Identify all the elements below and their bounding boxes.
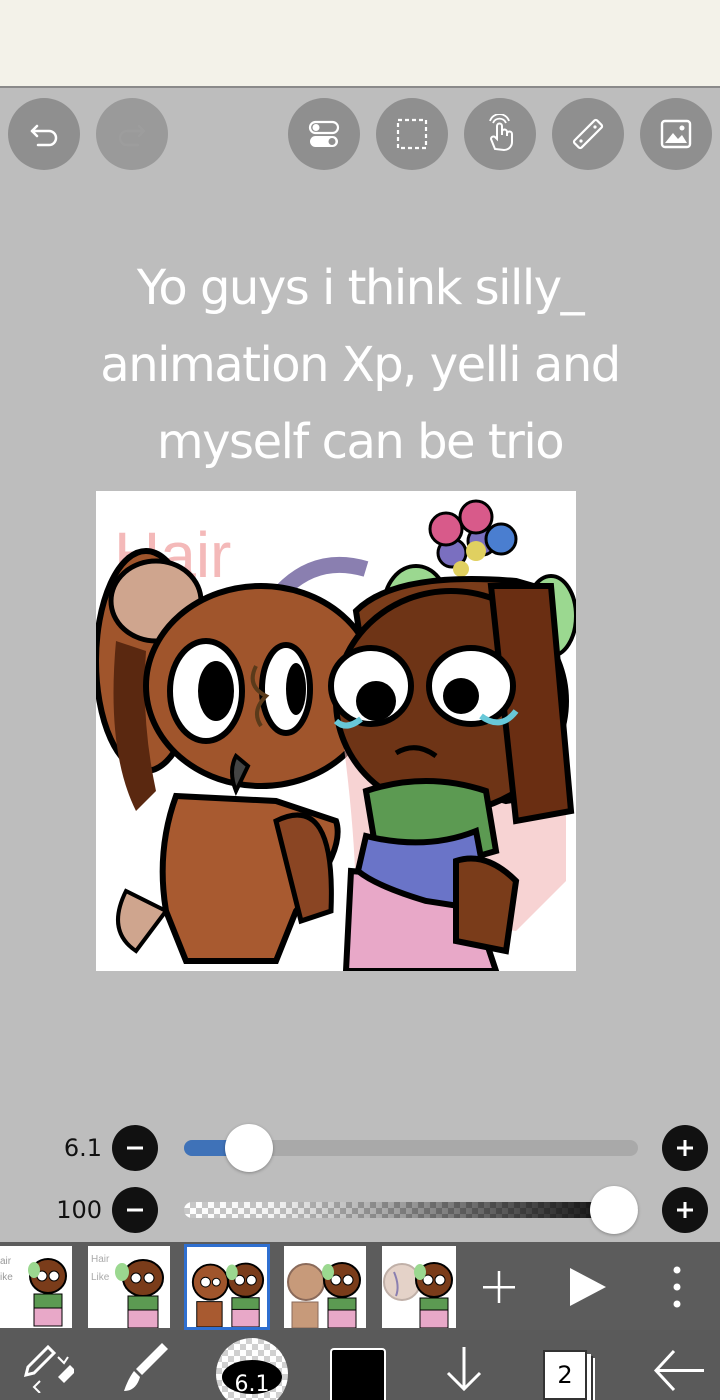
toggle-switches-icon bbox=[308, 120, 340, 147]
svg-text:Like: Like bbox=[91, 1272, 110, 1283]
image-icon bbox=[660, 119, 692, 149]
add-frame-button[interactable] bbox=[464, 1252, 534, 1322]
play-icon bbox=[570, 1268, 606, 1306]
opacity-track[interactable] bbox=[184, 1202, 638, 1218]
brush-size-knob[interactable] bbox=[224, 1124, 273, 1172]
svg-text:Hair: Hair bbox=[91, 1254, 110, 1265]
status-bar bbox=[0, 0, 720, 88]
opacity-value: 100 bbox=[56, 1196, 102, 1224]
frame-thumbnail[interactable] bbox=[382, 1246, 456, 1328]
plus-icon bbox=[483, 1271, 515, 1303]
caption-line: animation Xp, yelli and bbox=[100, 337, 621, 393]
brush-size-increase-button[interactable] bbox=[662, 1125, 708, 1171]
frame-preview bbox=[383, 1262, 453, 1328]
back-button[interactable] bbox=[634, 1330, 718, 1400]
caption-line: myself can be trio bbox=[156, 414, 565, 470]
frame-thumbnail[interactable]: Hair Like bbox=[88, 1246, 170, 1328]
canvas-area[interactable]: Yo guys i think silly_ animation Xp, yel… bbox=[0, 180, 720, 1120]
opacity-knob[interactable] bbox=[590, 1186, 638, 1234]
frame-strip: air ike Hair Like bbox=[0, 1242, 720, 1330]
redo-button[interactable] bbox=[96, 98, 168, 170]
caption-text: Yo guys i think silly_ animation Xp, yel… bbox=[40, 250, 680, 481]
frame-preview: Hair Like bbox=[91, 1254, 164, 1328]
selection-marquee-icon bbox=[396, 118, 428, 150]
brush-size-slider-row: 6.1 bbox=[0, 1120, 720, 1176]
frame-thumbnail-active[interactable] bbox=[184, 1244, 270, 1330]
caption-line: Yo guys i think silly_ bbox=[136, 260, 585, 316]
undo-icon bbox=[30, 124, 58, 147]
tool-switch-button[interactable] bbox=[4, 1330, 88, 1400]
pen-eraser-swap-icon bbox=[23, 1344, 74, 1393]
frame-preview: air ike bbox=[0, 1256, 67, 1327]
frame-label: air ike bbox=[0, 1256, 13, 1283]
ruler-icon bbox=[572, 118, 604, 150]
layers-button[interactable]: 2 bbox=[543, 1350, 587, 1400]
minus-icon bbox=[127, 1208, 143, 1212]
brush-size-decrease-button[interactable] bbox=[112, 1125, 158, 1171]
tap-hand-icon bbox=[489, 114, 513, 152]
selection-button[interactable] bbox=[376, 98, 448, 170]
gallery-button[interactable] bbox=[640, 98, 712, 170]
bottom-toolbar: 6.1 2 bbox=[0, 1330, 720, 1400]
arrow-down-icon bbox=[446, 1347, 482, 1392]
color-swatch[interactable] bbox=[330, 1348, 386, 1400]
frame-thumbnail[interactable] bbox=[284, 1246, 366, 1328]
opacity-slider-row: 100 bbox=[0, 1182, 720, 1238]
brush-icon bbox=[124, 1343, 168, 1391]
brush-size-label: 6.1 bbox=[234, 1372, 270, 1397]
gesture-button[interactable] bbox=[464, 98, 536, 170]
frame-preview bbox=[191, 1262, 265, 1327]
toggle-button[interactable] bbox=[288, 98, 360, 170]
minus-icon bbox=[127, 1146, 143, 1150]
play-button[interactable] bbox=[552, 1252, 622, 1322]
more-vertical-icon bbox=[673, 1266, 681, 1308]
brush-size-value: 6.1 bbox=[63, 1134, 102, 1162]
top-toolbar bbox=[0, 90, 720, 180]
frame-menu-button[interactable] bbox=[642, 1252, 712, 1322]
opacity-increase-button[interactable] bbox=[662, 1187, 708, 1233]
ruler-button[interactable] bbox=[552, 98, 624, 170]
brush-size-preview[interactable]: 6.1 bbox=[216, 1338, 288, 1400]
brush-button[interactable] bbox=[104, 1330, 188, 1400]
plus-icon bbox=[677, 1202, 693, 1218]
redo-icon bbox=[118, 124, 146, 147]
artboard[interactable]: Hair bbox=[96, 491, 576, 971]
layer-down-button[interactable] bbox=[422, 1330, 506, 1400]
arrow-left-icon bbox=[653, 1349, 704, 1392]
plus-icon bbox=[677, 1140, 693, 1156]
opacity-decrease-button[interactable] bbox=[112, 1187, 158, 1233]
frame-preview bbox=[287, 1262, 361, 1328]
undo-button[interactable] bbox=[8, 98, 80, 170]
artwork-illustration: Hair bbox=[96, 499, 576, 971]
frame-thumbnail[interactable]: air ike bbox=[0, 1246, 72, 1328]
